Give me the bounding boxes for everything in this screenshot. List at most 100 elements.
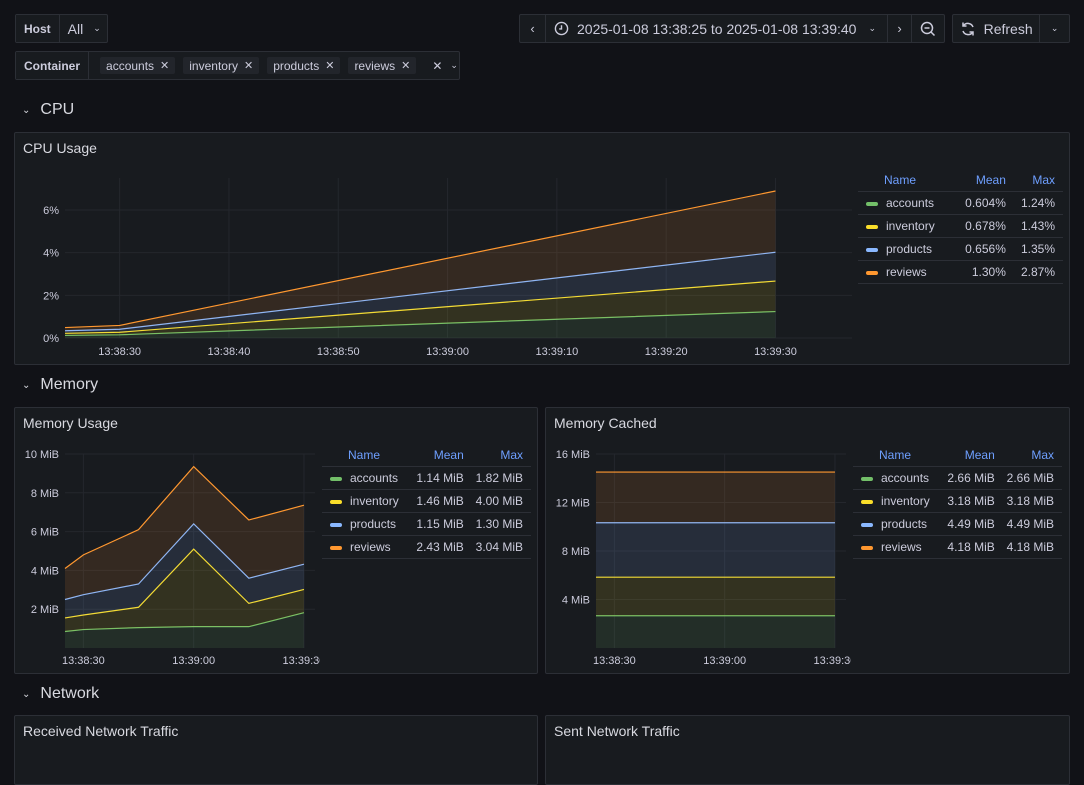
chip-label: reviews: [354, 58, 396, 73]
refresh-interval-dropdown[interactable]: ⌄: [1040, 15, 1069, 42]
legend-series: inventory: [853, 489, 944, 513]
legend-table: Name Mean Max accounts 0.604% 1.24% inventory 0…: [858, 169, 1063, 284]
legend-mean-value: 0.604%: [956, 191, 1014, 215]
x-tick-label: 13:39:00: [703, 655, 746, 667]
time-shift-forward-button[interactable]: ›: [888, 15, 912, 42]
legend-max-value: 4.00 MiB: [471, 489, 531, 513]
container-chip-accounts: accounts ✕: [100, 57, 176, 74]
legend-mean-value: 1.30%: [956, 260, 1014, 284]
x-tick-label: 13:39:00: [426, 346, 469, 358]
panel-cpu-usage: CPU Usage 0% 2% 4% 6% 13:38:30 13:38:40 13:38:…: [14, 132, 1070, 365]
row-cpu[interactable]: ⌄ CPU: [22, 101, 74, 119]
time-range-picker[interactable]: 2025-01-08 13:38:25 to 2025-01-08 13:39:…: [546, 15, 888, 42]
series-color-swatch: [330, 499, 342, 504]
x-tick-label: 13:39:10: [535, 346, 578, 358]
chip-label: inventory: [189, 58, 238, 73]
legend-header-mean[interactable]: Mean: [412, 444, 472, 467]
legend-series-name: reviews: [350, 540, 391, 554]
legend-header-name[interactable]: Name: [853, 444, 944, 467]
legend-mean-value: 1.15 MiB: [412, 512, 472, 536]
legend-max-value: 4.18 MiB: [1002, 535, 1062, 559]
row-network[interactable]: ⌄ Network: [22, 685, 99, 703]
refresh-button[interactable]: Refresh: [953, 15, 1041, 42]
remove-chip-icon[interactable]: ✕: [160, 59, 169, 72]
series-color-swatch: [866, 247, 878, 252]
series-area-products: [596, 522, 835, 578]
legend-header-mean[interactable]: Mean: [956, 169, 1014, 192]
legend-row-inventory[interactable]: inventory 1.46 MiB 4.00 MiB: [322, 489, 531, 513]
host-variable-label: Host: [16, 15, 60, 42]
legend-series: products: [322, 512, 413, 536]
legend-series-name: inventory: [881, 494, 930, 508]
legend-row-inventory[interactable]: inventory 3.18 MiB 3.18 MiB: [853, 489, 1062, 513]
legend-header-name[interactable]: Name: [322, 444, 413, 467]
legend-header-max[interactable]: Max: [1013, 169, 1063, 192]
legend-mean-value: 1.46 MiB: [412, 489, 472, 513]
x-tick-label: 13:38:40: [208, 346, 251, 358]
series-color-swatch: [866, 201, 878, 206]
chevron-down-icon[interactable]: ⌄: [450, 60, 458, 71]
host-select[interactable]: All ⌄: [60, 15, 109, 42]
panel-memory-usage: Memory Usage 2 MiB 4 MiB 6 MiB 8 MiB 10 MiB 1…: [14, 407, 538, 674]
legend-header-max[interactable]: Max: [1002, 444, 1062, 467]
container-chip-products: products ✕: [267, 57, 341, 74]
legend-row-products[interactable]: products 0.656% 1.35%: [858, 237, 1063, 261]
container-multiselect[interactable]: accounts ✕ inventory ✕ products ✕ reviews ✕ …: [89, 52, 459, 79]
time-shift-back-button[interactable]: ‹: [520, 15, 546, 42]
legend-series: products: [853, 512, 944, 536]
y-tick-label: 12 MiB: [556, 498, 590, 510]
x-tick-label: 13:38:30: [98, 346, 141, 358]
row-title: Memory: [40, 376, 99, 393]
legend-row-products[interactable]: products 4.49 MiB 4.49 MiB: [853, 512, 1062, 536]
legend-series-name: reviews: [886, 265, 927, 279]
y-tick-label: 16 MiB: [556, 449, 590, 461]
y-tick-label: 10 MiB: [25, 449, 59, 461]
x-tick-label: 13:39:30: [814, 655, 851, 667]
refresh-icon: [961, 22, 974, 35]
y-tick-label: 6 MiB: [31, 527, 59, 539]
y-tick-label: 0%: [43, 333, 59, 345]
series-color-swatch: [330, 545, 342, 550]
legend-mean-value: 1.14 MiB: [412, 466, 472, 490]
legend-table: Name Mean Max accounts 2.66 MiB 2.66 MiB inven…: [853, 444, 1062, 559]
legend-row-accounts[interactable]: accounts 1.14 MiB 1.82 MiB: [322, 466, 531, 490]
row-title: Network: [40, 685, 100, 702]
legend-series-name: accounts: [881, 471, 930, 485]
y-tick-label: 4 MiB: [31, 565, 59, 577]
x-tick-label: 13:38:50: [317, 346, 360, 358]
legend-row-reviews[interactable]: reviews 4.18 MiB 4.18 MiB: [853, 535, 1062, 559]
legend-mean-value: 0.656%: [956, 237, 1014, 261]
clear-all-icon[interactable]: ✕: [432, 59, 442, 73]
legend-row-accounts[interactable]: accounts 2.66 MiB 2.66 MiB: [853, 466, 1062, 490]
legend-row-reviews[interactable]: reviews 1.30% 2.87%: [858, 260, 1063, 284]
legend-header-max[interactable]: Max: [471, 444, 531, 467]
legend-series-name: products: [350, 517, 397, 531]
legend-row-products[interactable]: products 1.15 MiB 1.30 MiB: [322, 512, 531, 536]
legend-max-value: 1.35%: [1013, 237, 1063, 261]
legend-max-value: 1.24%: [1013, 191, 1063, 215]
panel-memory-cached: Memory Cached 4 MiB 8 MiB 12 MiB 16 MiB 13:3…: [545, 407, 1070, 674]
zoom-out-button[interactable]: [912, 15, 944, 42]
legend-header-name[interactable]: Name: [858, 169, 957, 192]
memory-cached-chart: 4 MiB 8 MiB 12 MiB 16 MiB 13:38:30 13:39:00 13…: [556, 449, 851, 667]
remove-chip-icon[interactable]: ✕: [401, 59, 410, 72]
time-range-text: 2025-01-08 13:38:25 to 2025-01-08 13:39:…: [577, 20, 857, 37]
legend-series-name: accounts: [886, 196, 935, 210]
series-area-inventory: [596, 577, 835, 616]
legend-row-reviews[interactable]: reviews 2.43 MiB 3.04 MiB: [322, 535, 531, 559]
remove-chip-icon[interactable]: ✕: [325, 59, 334, 72]
legend-max-value: 4.49 MiB: [1002, 512, 1062, 536]
legend-max-value: 3.18 MiB: [1002, 489, 1062, 513]
row-memory[interactable]: ⌄ Memory: [22, 376, 98, 394]
remove-chip-icon[interactable]: ✕: [244, 59, 253, 72]
legend-max-value: 1.82 MiB: [471, 466, 531, 490]
row-title: CPU: [40, 101, 75, 118]
legend-header-mean[interactable]: Mean: [943, 444, 1003, 467]
legend-series: inventory: [858, 214, 957, 238]
legend-row-accounts[interactable]: accounts 0.604% 1.24%: [858, 191, 1063, 215]
container-variable-label: Container: [16, 52, 90, 79]
panel-title: Sent Network Traffic: [554, 723, 680, 739]
series-area-reviews: [596, 472, 835, 523]
legend-row-inventory[interactable]: inventory 0.678% 1.43%: [858, 214, 1063, 238]
legend-series-name: accounts: [350, 471, 399, 485]
